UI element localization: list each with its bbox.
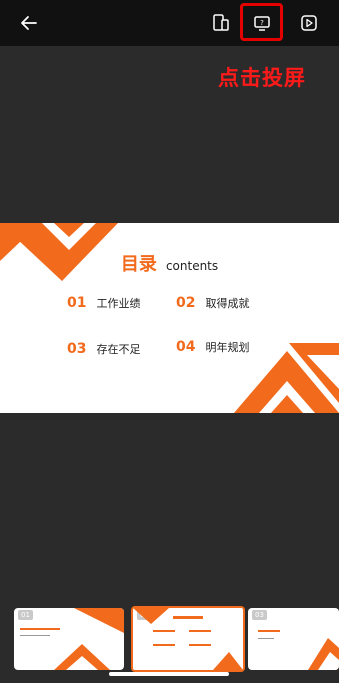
- thumbnail-art: [133, 608, 243, 670]
- slide-thumbnail[interactable]: 03: [248, 608, 339, 670]
- item-number: 03: [67, 341, 87, 357]
- contents-item: 02 取得成就: [176, 295, 249, 311]
- item-text: 工作业绩: [96, 297, 141, 310]
- play-button[interactable]: [294, 8, 324, 38]
- phone-mirror-icon: [213, 14, 229, 31]
- item-number: 04: [176, 339, 196, 355]
- play-icon: [301, 15, 317, 31]
- arrow-left-icon: [21, 16, 37, 30]
- item-text: 明年规划: [205, 341, 250, 354]
- item-number: 02: [176, 295, 196, 311]
- slide-title: 目录 contents: [0, 250, 339, 276]
- slide-thumbnail-active[interactable]: 02: [131, 606, 245, 672]
- slide-title-cn: 目录: [120, 254, 157, 275]
- top-toolbar: ?: [0, 0, 339, 46]
- contents-item: 03 存在不足: [67, 341, 140, 357]
- contents-item: 01 工作业绩: [67, 295, 140, 311]
- cast-highlight-box: [240, 3, 283, 41]
- mirror-button[interactable]: [206, 8, 236, 38]
- item-number: 01: [67, 295, 87, 311]
- slide-thumbnail[interactable]: 01: [14, 608, 124, 670]
- thumbnail-art: [54, 608, 124, 670]
- item-text: 取得成就: [205, 297, 250, 310]
- slide-preview[interactable]: 目录 contents 01 工作业绩 02 取得成就 03 存在不足 04 明…: [0, 223, 339, 413]
- slide-title-en: contents: [165, 259, 219, 273]
- item-text: 存在不足: [96, 343, 141, 356]
- cast-annotation: 点击投屏: [218, 66, 306, 90]
- slide-thumbnail-strip: 01 02 03: [0, 604, 339, 672]
- contents-item: 04 明年规划: [176, 339, 249, 355]
- thumbnail-art: [258, 630, 339, 670]
- home-indicator[interactable]: [109, 672, 229, 676]
- back-button[interactable]: [14, 8, 44, 38]
